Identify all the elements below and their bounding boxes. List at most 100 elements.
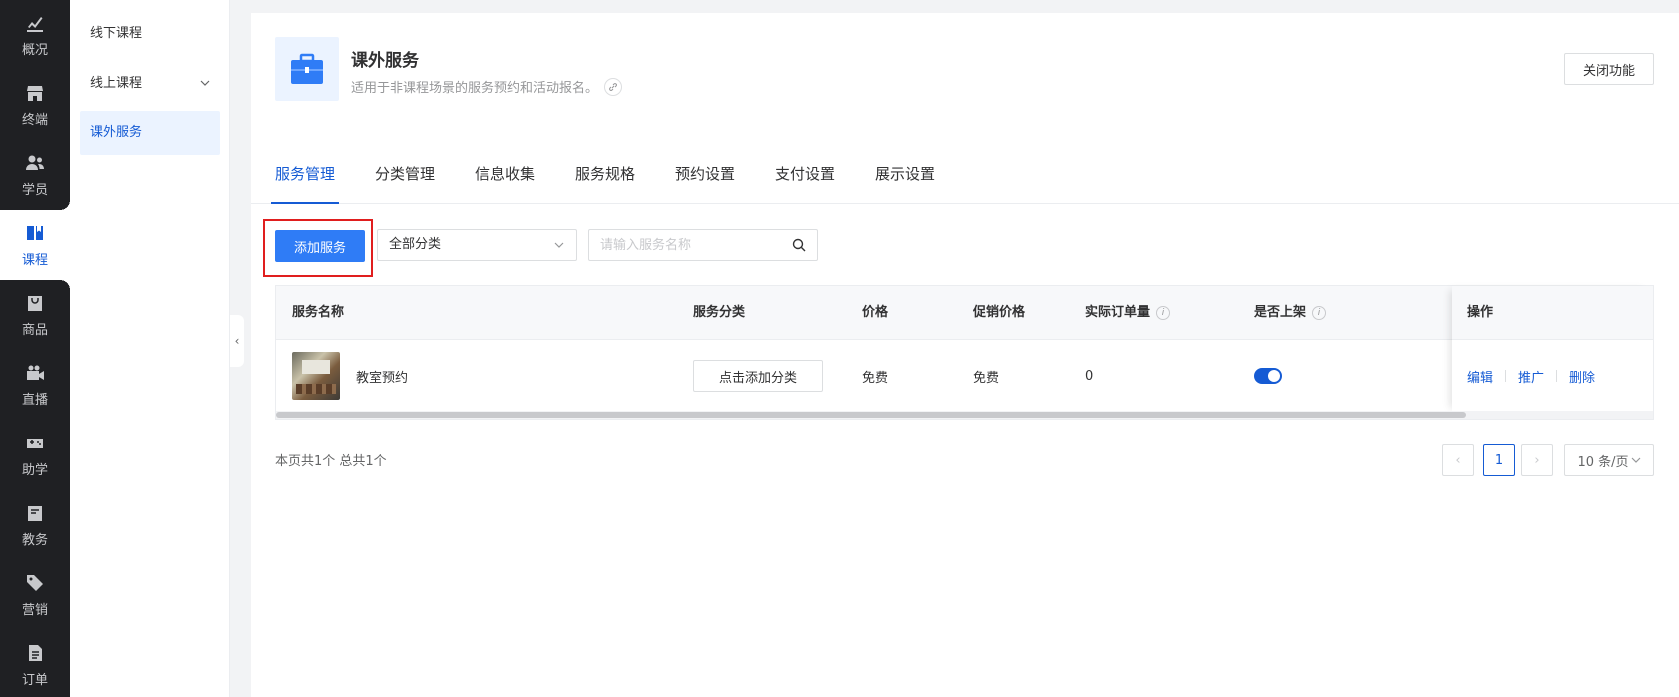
- header-label: 价格: [862, 305, 889, 320]
- cell-promo-price: 免费: [973, 370, 1000, 386]
- link-icon[interactable]: [604, 77, 623, 96]
- info-icon[interactable]: i: [1312, 306, 1327, 320]
- chevron-down-icon: [554, 242, 564, 248]
- page-description: 适用于非课程场景的服务预约和活动报名。: [351, 77, 623, 96]
- prev-page-button[interactable]: ‹: [1442, 444, 1474, 476]
- cell-name: 教室预约: [292, 340, 408, 412]
- tab-bar: 服务管理 分类管理 信息收集 服务规格 预约设置 支付设置 展示设置: [251, 144, 1679, 204]
- document-icon: [29, 644, 42, 661]
- table-header: 服务名称 服务分类 价格 促销价格 实际订单量 i 是否上架 i 操作: [276, 286, 1653, 340]
- subnav-label: 课外服务: [90, 125, 143, 140]
- briefcase-icon: [275, 37, 339, 101]
- category-select[interactable]: 全部分类: [377, 229, 577, 261]
- nav-item-live[interactable]: 直播: [0, 350, 70, 420]
- column-header-promo-price: 促销价格: [973, 286, 1025, 340]
- next-page-button[interactable]: ›: [1521, 444, 1553, 476]
- gamepad-icon: [27, 438, 43, 448]
- column-header-category: 服务分类: [693, 286, 745, 340]
- header-label: 促销价格: [973, 305, 1026, 320]
- chevron-left-icon: ‹: [1455, 452, 1461, 468]
- subnav-item-offline-courses[interactable]: 线下课程: [80, 12, 220, 56]
- bag-icon: [28, 295, 42, 311]
- secondary-nav: 线下课程 线上课程 课外服务: [70, 0, 230, 697]
- info-icon[interactable]: i: [1156, 306, 1171, 320]
- add-category-button[interactable]: 点击添加分类: [693, 360, 823, 392]
- users-icon: [26, 155, 44, 170]
- description-text: 适用于非课程场景的服务预约和活动报名。: [351, 81, 599, 96]
- nav-label: 营销: [21, 602, 48, 618]
- service-thumbnail: [292, 352, 340, 400]
- cell-orders: 0: [1085, 368, 1094, 384]
- sidebar-collapse-handle[interactable]: ‹: [230, 315, 244, 367]
- nav-item-goods[interactable]: 商品: [0, 280, 70, 350]
- chevron-left-icon: ‹: [234, 334, 240, 348]
- subnav-item-extracurricular-services[interactable]: 课外服务: [80, 111, 220, 155]
- page-size-select[interactable]: 10 条/页: [1564, 444, 1654, 476]
- tab-display-settings[interactable]: 展示设置: [875, 144, 935, 204]
- main-content-card: 服务管理 分类管理 信息收集 服务规格 预约设置 支付设置 展示设置 添加服务 …: [251, 144, 1679, 697]
- nav-item-study-aid[interactable]: 助学: [0, 420, 70, 490]
- cell-category: 点击添加分类: [693, 340, 823, 412]
- add-service-button[interactable]: 添加服务: [275, 230, 365, 262]
- header-label: 是否上架: [1254, 305, 1307, 320]
- column-header-name: 服务名称: [292, 286, 344, 340]
- subnav-item-online-courses[interactable]: 线上课程: [80, 62, 220, 106]
- service-name: 教室预约: [356, 370, 409, 386]
- subnav-label: 线下课程: [90, 26, 143, 41]
- calendar-icon: [28, 505, 42, 521]
- store-icon: [27, 85, 43, 101]
- header-label: 实际订单量: [1085, 305, 1151, 320]
- header-label: 服务分类: [693, 305, 746, 320]
- listed-toggle[interactable]: [1254, 368, 1282, 384]
- column-header-price: 价格: [862, 286, 888, 340]
- page-title: 课外服务: [351, 51, 419, 71]
- tab-booking-settings[interactable]: 预约设置: [675, 144, 735, 204]
- search-icon[interactable]: [792, 238, 806, 252]
- column-header-listed: 是否上架 i: [1254, 286, 1327, 340]
- nav-item-courses[interactable]: 课程: [0, 200, 70, 290]
- nav-label: 学员: [21, 182, 48, 198]
- tab-service-specs[interactable]: 服务规格: [575, 144, 635, 204]
- nav-label: 课程: [21, 252, 48, 268]
- chevron-right-icon: ›: [1534, 452, 1540, 468]
- horizontal-scrollbar[interactable]: [276, 411, 1653, 419]
- cell-price: 免费: [862, 370, 889, 386]
- nav-item-orders[interactable]: 订单: [0, 630, 70, 697]
- category-select-value: 全部分类: [389, 237, 442, 252]
- chevron-down-icon: [1631, 457, 1640, 463]
- nav-item-marketing[interactable]: 营销: [0, 560, 70, 630]
- cell-listed: [1254, 340, 1282, 412]
- chevron-down-icon: [200, 80, 210, 86]
- nav-label: 概况: [21, 42, 48, 58]
- pagination-summary: 本页共1个 总共1个: [275, 454, 387, 469]
- tag-icon: [27, 574, 43, 591]
- book-icon: [27, 225, 43, 240]
- page-size-value: 10 条/页: [1577, 454, 1629, 470]
- video-icon: [27, 365, 44, 380]
- fixed-column-shadow: [1452, 286, 1653, 412]
- search-input[interactable]: [589, 230, 779, 260]
- scrollbar-thumb[interactable]: [276, 412, 1466, 418]
- nav-item-terminal[interactable]: 终端: [0, 70, 70, 140]
- nav-item-academic[interactable]: 教务: [0, 490, 70, 560]
- column-header-orders: 实际订单量 i: [1085, 286, 1171, 340]
- nav-item-overview[interactable]: 概况: [0, 0, 70, 70]
- feature-header-card: 课外服务 适用于非课程场景的服务预约和活动报名。 关闭功能: [251, 13, 1679, 155]
- nav-label: 直播: [21, 392, 48, 408]
- search-box: [588, 229, 818, 261]
- tab-info-collection[interactable]: 信息收集: [475, 144, 535, 204]
- nav-label: 终端: [21, 112, 48, 128]
- highlight-box: 添加服务: [263, 219, 373, 277]
- nav-label: 助学: [21, 462, 48, 478]
- nav-label: 订单: [21, 672, 48, 688]
- header-label: 服务名称: [292, 305, 345, 320]
- tab-payment-settings[interactable]: 支付设置: [775, 144, 835, 204]
- subnav-label: 线上课程: [90, 76, 143, 91]
- services-table: 服务名称 服务分类 价格 促销价格 实际订单量 i 是否上架 i 操作 教室预约…: [275, 285, 1654, 420]
- table-row: 教室预约 点击添加分类 免费 免费 0 编辑 推广 删除: [276, 340, 1653, 412]
- tab-service-management[interactable]: 服务管理: [270, 144, 340, 204]
- close-feature-button[interactable]: 关闭功能: [1564, 53, 1654, 85]
- primary-nav: 概况 终端 学员 课程 商品 直播 助学 教务 营销 订单: [0, 0, 70, 697]
- tab-category-management[interactable]: 分类管理: [375, 144, 435, 204]
- page-number-button[interactable]: 1: [1483, 444, 1515, 476]
